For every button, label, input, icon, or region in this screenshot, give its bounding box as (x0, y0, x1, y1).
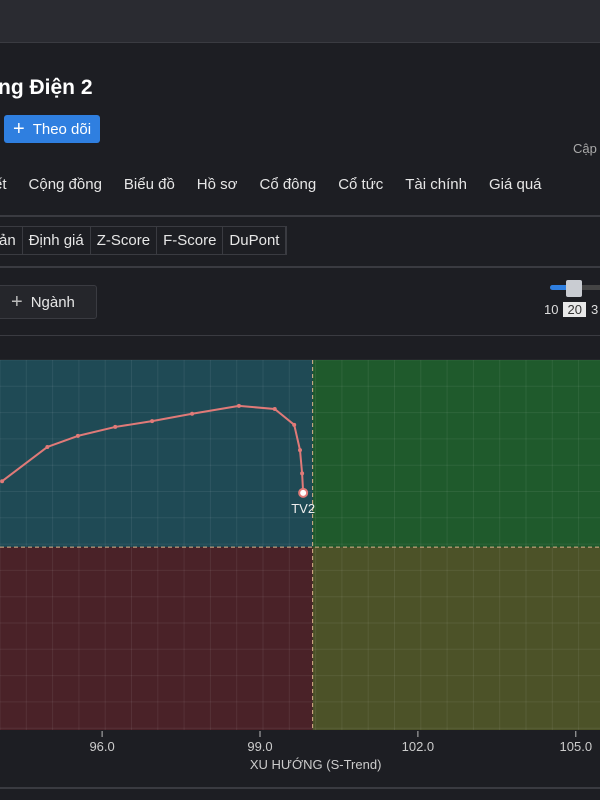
series-label: TV2 (291, 501, 315, 516)
slider-tick[interactable]: 10 (544, 302, 558, 317)
series-point (272, 407, 277, 412)
industry-label: Ngành (30, 293, 75, 311)
sub-tabs: ản Định giá Z-Score F-Score DuPont (0, 226, 288, 255)
series-point (292, 422, 297, 427)
page-title: ng Điện 2 (0, 76, 93, 99)
series-point (75, 433, 80, 438)
series-point (0, 479, 5, 484)
subtab[interactable]: F-Score (157, 227, 224, 254)
subtab[interactable]: Định giá (23, 227, 91, 254)
quadrant-lagging (0, 547, 313, 730)
series-point (45, 444, 50, 449)
x-axis-label: XU HƯỚNG (S-Trend) (250, 757, 382, 772)
x-tick-label: 96.0 (89, 739, 114, 754)
top-bar (0, 0, 600, 43)
x-tick-label: 105.0 (560, 739, 593, 754)
add-industry-button[interactable]: + Ngành (0, 285, 97, 319)
divider (0, 335, 600, 336)
tab[interactable]: Hồ sơ (197, 176, 238, 193)
subtab[interactable]: ản (0, 227, 23, 254)
quadrant-weakening (312, 547, 600, 730)
divider (0, 787, 600, 789)
quadrant-leading (312, 360, 600, 548)
update-text: Cập (573, 141, 597, 156)
divider (0, 215, 600, 217)
tab[interactable]: Biểu đồ (124, 176, 175, 193)
series-point (300, 471, 305, 476)
plus-icon: + (13, 118, 25, 140)
series-point (113, 424, 118, 429)
main-tabs: ết Cộng đồng Biểu đồ Hồ sơ Cổ đông Cổ tứ… (0, 176, 542, 193)
subtab[interactable]: Z-Score (91, 227, 158, 254)
tab[interactable]: Cổ đông (259, 176, 316, 193)
tab[interactable]: ết (0, 176, 7, 193)
rrg-chart: 96.0 99.0 102.0 105.0 XU HƯỚNG (S-Trend) TV2 (0, 359, 600, 772)
follow-button[interactable]: + Theo dõi (4, 115, 101, 143)
tab[interactable]: Cộng đồng (29, 176, 102, 193)
tab[interactable]: Giá quá (489, 176, 542, 193)
slider-tick-selected[interactable]: 20 (563, 302, 586, 317)
slider-ticks: 10 20 3 (544, 302, 598, 317)
x-tick-label: 99.0 (247, 739, 272, 754)
follow-label: Theo dõi (32, 120, 92, 138)
slider-thumb[interactable] (566, 280, 582, 297)
series-point (150, 419, 155, 424)
series-point (190, 411, 195, 416)
series-head-point (298, 487, 309, 498)
x-tick-label: 102.0 (402, 739, 435, 754)
tab[interactable]: Cổ tức (338, 176, 383, 193)
plus-icon: + (11, 290, 23, 313)
subtab[interactable]: DuPont (223, 227, 287, 254)
slider-tick[interactable]: 3 (591, 302, 598, 317)
divider (0, 266, 600, 268)
tab[interactable]: Tài chính (405, 176, 467, 193)
period-slider[interactable] (550, 280, 600, 297)
quadrant-improving (0, 360, 313, 548)
series-point (298, 448, 302, 453)
series-point (236, 403, 241, 408)
